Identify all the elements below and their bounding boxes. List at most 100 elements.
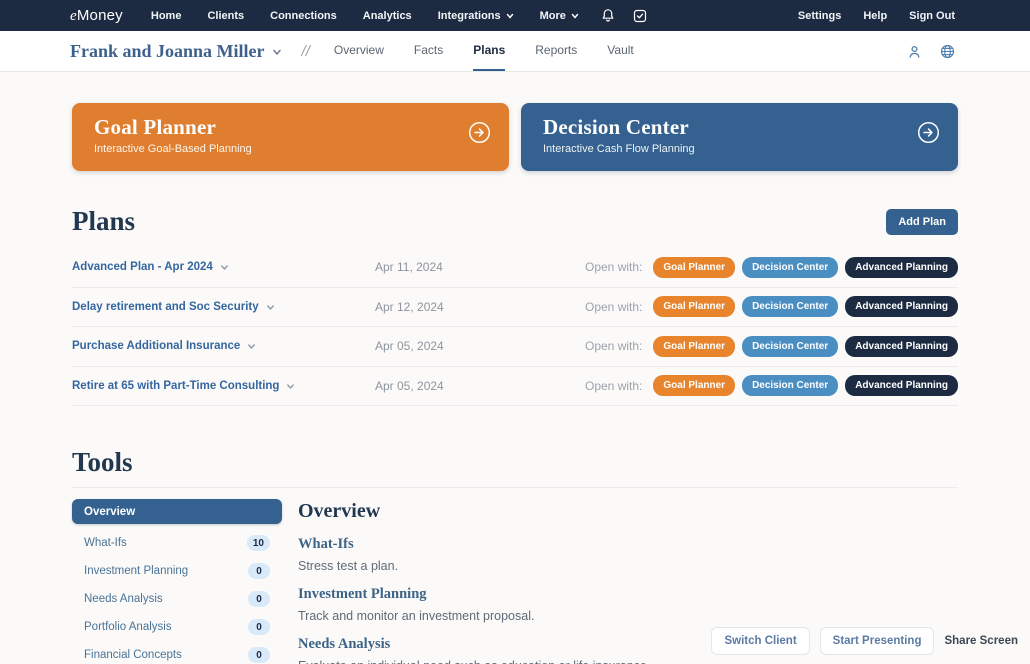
open-with-label: Open with: (585, 260, 642, 274)
open-with-group: Open with: Goal Planner Decision Center … (585, 375, 958, 396)
investment-planning-link[interactable]: Investment Planning (298, 586, 958, 603)
share-screen-link[interactable]: Share Screen (944, 635, 1018, 647)
count-badge: 0 (248, 591, 270, 607)
open-goal-planner-button[interactable]: Goal Planner (653, 375, 735, 396)
planner-banners: Goal Planner Interactive Goal-Based Plan… (72, 103, 958, 171)
tab-plans[interactable]: Plans (473, 31, 505, 71)
chevron-down-icon (506, 12, 514, 20)
top-navigation: eMoney Home Clients Connections Analytic… (0, 0, 1030, 31)
chevron-down-icon (272, 47, 280, 55)
open-advanced-planning-button[interactable]: Advanced Planning (845, 336, 958, 357)
tab-vault[interactable]: Vault (607, 31, 633, 71)
plan-row: Retire at 65 with Part-Time Consulting A… (72, 367, 958, 407)
plan-date: Apr 11, 2024 (375, 260, 443, 274)
open-with-label: Open with: (585, 379, 642, 393)
settings-link[interactable]: Settings (798, 10, 841, 22)
investment-planning-description: Track and monitor an investment proposal… (298, 609, 958, 623)
arrow-circle-icon[interactable] (917, 121, 940, 149)
user-profile-icon[interactable] (907, 44, 922, 59)
plan-row: Advanced Plan - Apr 2024 Apr 11, 2024 Op… (72, 248, 958, 288)
what-ifs-description: Stress test a plan. (298, 559, 958, 573)
plan-name-link[interactable]: Advanced Plan - Apr 2024 (72, 261, 375, 273)
decision-center-subtitle: Interactive Cash Flow Planning (543, 143, 938, 155)
open-goal-planner-button[interactable]: Goal Planner (653, 336, 735, 357)
footer-actions: Switch Client Start Presenting Share Scr… (711, 627, 1018, 655)
notifications-bell-icon[interactable] (601, 8, 615, 23)
logo-text: Money (77, 7, 123, 24)
count-badge: 10 (247, 535, 270, 551)
chevron-down-icon (286, 382, 294, 390)
tools-sidebar: Overview What-Ifs 10 Investment Planning… (72, 499, 282, 664)
plan-date: Apr 05, 2024 (375, 379, 444, 393)
plans-heading: Plans (72, 206, 135, 237)
open-with-label: Open with: (585, 339, 642, 353)
tool-description-investment-planning: Investment Planning Track and monitor an… (298, 586, 958, 623)
open-goal-planner-button[interactable]: Goal Planner (653, 296, 735, 317)
tool-item-financial-concepts[interactable]: Financial Concepts 0 (72, 641, 282, 664)
client-bar: Frank and Joanna Miller // Overview Fact… (0, 31, 1030, 72)
open-decision-center-button[interactable]: Decision Center (742, 296, 838, 317)
plans-table: Advanced Plan - Apr 2024 Apr 11, 2024 Op… (72, 248, 958, 406)
nav-item-connections[interactable]: Connections (270, 10, 337, 22)
what-ifs-link[interactable]: What-Ifs (298, 536, 958, 553)
plan-date: Apr 05, 2024 (375, 339, 444, 353)
client-name-label: Frank and Joanna Miller (70, 41, 265, 62)
open-with-label: Open with: (585, 300, 642, 314)
globe-language-icon[interactable] (940, 44, 955, 59)
decision-center-banner[interactable]: Decision Center Interactive Cash Flow Pl… (521, 103, 958, 171)
plan-name-link[interactable]: Purchase Additional Insurance (72, 340, 375, 352)
nav-item-home[interactable]: Home (151, 10, 182, 22)
goal-planner-banner[interactable]: Goal Planner Interactive Goal-Based Plan… (72, 103, 509, 171)
open-advanced-planning-button[interactable]: Advanced Planning (845, 375, 958, 396)
tool-item-portfolio-analysis[interactable]: Portfolio Analysis 0 (72, 613, 282, 641)
client-tabs: Overview Facts Plans Reports Vault (334, 31, 634, 71)
nav-item-integrations[interactable]: Integrations (438, 10, 514, 22)
open-with-group: Open with: Goal Planner Decision Center … (585, 296, 958, 317)
needs-analysis-description: Evaluate an individual need such as educ… (298, 659, 958, 664)
tab-overview[interactable]: Overview (334, 31, 384, 71)
emoney-logo[interactable]: eMoney (70, 7, 123, 25)
open-advanced-planning-button[interactable]: Advanced Planning (845, 296, 958, 317)
plan-name-link[interactable]: Delay retirement and Soc Security (72, 301, 375, 313)
plan-date: Apr 12, 2024 (375, 300, 444, 314)
tool-item-overview[interactable]: Overview (72, 499, 282, 524)
open-with-group: Open with: Goal Planner Decision Center … (585, 257, 958, 278)
open-goal-planner-button[interactable]: Goal Planner (653, 257, 735, 278)
tools-heading: Tools (72, 447, 958, 478)
tools-divider (72, 487, 958, 488)
tasks-checkbox-icon[interactable] (633, 9, 647, 23)
tab-reports[interactable]: Reports (535, 31, 577, 71)
client-selector[interactable]: Frank and Joanna Miller (70, 41, 280, 62)
chevron-down-icon (247, 342, 255, 350)
plan-name-link[interactable]: Retire at 65 with Part-Time Consulting (72, 380, 375, 392)
switch-client-button[interactable]: Switch Client (711, 627, 809, 655)
tab-facts[interactable]: Facts (414, 31, 443, 71)
nav-item-more[interactable]: More (540, 10, 579, 22)
add-plan-button[interactable]: Add Plan (886, 209, 958, 235)
arrow-circle-icon[interactable] (468, 121, 491, 149)
chevron-down-icon (266, 303, 274, 311)
tools-content-heading: Overview (298, 500, 958, 523)
plan-row: Purchase Additional Insurance Apr 05, 20… (72, 327, 958, 367)
clientbar-icons (907, 44, 955, 59)
goal-planner-title: Goal Planner (94, 115, 489, 140)
open-decision-center-button[interactable]: Decision Center (742, 257, 838, 278)
open-decision-center-button[interactable]: Decision Center (742, 375, 838, 396)
logo-e: e (70, 8, 77, 24)
tool-item-investment-planning[interactable]: Investment Planning 0 (72, 557, 282, 585)
nav-item-analytics[interactable]: Analytics (363, 10, 412, 22)
breadcrumb-separator: // (302, 43, 310, 60)
topnav-icons (601, 8, 647, 23)
start-presenting-button[interactable]: Start Presenting (820, 627, 935, 655)
plan-row: Delay retirement and Soc Security Apr 12… (72, 288, 958, 328)
help-link[interactable]: Help (863, 10, 887, 22)
chevron-down-icon (220, 263, 228, 271)
tool-item-what-ifs[interactable]: What-Ifs 10 (72, 529, 282, 557)
open-decision-center-button[interactable]: Decision Center (742, 336, 838, 357)
plans-section-header: Plans Add Plan (72, 206, 958, 237)
tool-item-needs-analysis[interactable]: Needs Analysis 0 (72, 585, 282, 613)
open-advanced-planning-button[interactable]: Advanced Planning (845, 257, 958, 278)
nav-item-clients[interactable]: Clients (207, 10, 244, 22)
sign-out-link[interactable]: Sign Out (909, 10, 955, 22)
goal-planner-subtitle: Interactive Goal-Based Planning (94, 143, 489, 155)
